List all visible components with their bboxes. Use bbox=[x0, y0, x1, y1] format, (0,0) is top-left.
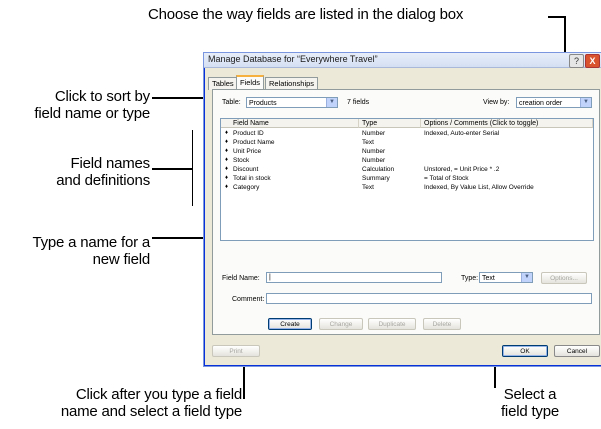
table-row[interactable]: ♦ Product Name Text bbox=[221, 138, 593, 147]
delete-button[interactable]: Delete bbox=[423, 318, 461, 330]
title-bar: Manage Database for “Everywhere Travel” … bbox=[204, 53, 601, 68]
view-by-select[interactable]: creation order ▼ bbox=[516, 97, 592, 108]
leader-create-h bbox=[243, 397, 245, 399]
callout-create-line2: name and select a field type bbox=[60, 403, 242, 420]
dialog-title: Manage Database for “Everywhere Travel” bbox=[208, 54, 378, 64]
callout-new-field-line2: new field bbox=[92, 251, 151, 268]
table-row[interactable]: ♦ Unit Price Number bbox=[221, 147, 593, 156]
drag-handle-icon[interactable]: ♦ bbox=[225, 156, 228, 165]
field-name-label: Field Name: bbox=[222, 275, 260, 282]
row-field-options: Indexed, Auto-enter Serial bbox=[424, 130, 500, 137]
column-header-field-name[interactable]: Field Name bbox=[221, 119, 359, 128]
callout-field-names-line2: and definitions bbox=[56, 172, 150, 189]
chevron-down-icon: ▼ bbox=[580, 98, 591, 107]
row-field-type: Number bbox=[362, 130, 386, 137]
field-type-value: Text bbox=[482, 275, 495, 282]
row-field-options: Indexed, By Value List, Allow Override bbox=[424, 184, 534, 191]
table-row[interactable]: ♦ Stock Number bbox=[221, 156, 593, 165]
callout-sort-line2: field name or type bbox=[34, 105, 150, 122]
view-by-value: creation order bbox=[519, 100, 563, 107]
row-field-type: Number bbox=[362, 148, 386, 155]
callout-field-names-line1: Field names bbox=[70, 155, 150, 172]
drag-handle-icon[interactable]: ♦ bbox=[225, 138, 228, 147]
view-by-label: View by: bbox=[483, 99, 510, 106]
chevron-down-icon: ▼ bbox=[521, 273, 532, 282]
callout-create: Click after you type a field name and se… bbox=[2, 386, 242, 420]
row-field-type: Calculation bbox=[362, 166, 395, 173]
callout-sort: Click to sort by field name or type bbox=[8, 88, 150, 122]
callout-view-by: Choose the way fields are listed in the … bbox=[148, 6, 464, 23]
change-button[interactable]: Change bbox=[319, 318, 363, 330]
table-select-value: Products bbox=[249, 100, 277, 107]
row-field-options: = Total of Stock bbox=[424, 175, 469, 182]
fields-panel: Table: Products ▼ 7 fields View by: crea… bbox=[212, 89, 600, 335]
row-field-name: Total in stock bbox=[233, 175, 271, 182]
callout-new-field: Type a name for a new field bbox=[2, 234, 150, 268]
field-name-value: | bbox=[269, 274, 271, 281]
row-field-type: Text bbox=[362, 139, 374, 146]
leader-names-h bbox=[152, 168, 192, 170]
table-label: Table: bbox=[222, 99, 241, 106]
comment-label: Comment: bbox=[232, 296, 265, 303]
callout-field-type-line1: Select a bbox=[503, 386, 557, 403]
duplicate-button[interactable]: Duplicate bbox=[368, 318, 416, 330]
table-row[interactable]: ♦ Discount Calculation Unstored, = Unit … bbox=[221, 165, 593, 174]
column-header-type[interactable]: Type bbox=[359, 119, 421, 128]
callout-new-field-line1: Type a name for a bbox=[32, 234, 150, 251]
create-button[interactable]: Create bbox=[268, 318, 312, 330]
leader-names-bracket bbox=[192, 130, 193, 206]
drag-handle-icon[interactable]: ♦ bbox=[225, 147, 228, 156]
table-select[interactable]: Products ▼ bbox=[246, 97, 338, 108]
drag-handle-icon[interactable]: ♦ bbox=[225, 129, 228, 138]
ok-button[interactable]: OK bbox=[502, 345, 548, 357]
column-header-options[interactable]: Options / Comments (Click to toggle) bbox=[421, 119, 593, 128]
fields-list[interactable]: Field Name Type Options / Comments (Clic… bbox=[220, 118, 594, 241]
field-count: 7 fields bbox=[347, 99, 370, 106]
table-row[interactable]: ♦ Total in stock Summary = Total of Stoc… bbox=[221, 174, 593, 183]
row-field-name: Unit Price bbox=[233, 148, 262, 155]
cancel-button[interactable]: Cancel bbox=[554, 345, 600, 357]
callout-field-names: Field names and definitions bbox=[20, 155, 150, 189]
row-field-type: Summary bbox=[362, 175, 390, 182]
field-type-select[interactable]: Text ▼ bbox=[479, 272, 533, 283]
callout-field-type: Select a field type bbox=[480, 386, 580, 420]
table-row[interactable]: ♦ Product ID Number Indexed, Auto-enter … bbox=[221, 129, 593, 138]
callout-field-type-line2: field type bbox=[500, 403, 560, 420]
close-button[interactable]: X bbox=[585, 54, 600, 68]
callout-sort-line1: Click to sort by bbox=[54, 88, 150, 105]
row-field-name: Product Name bbox=[233, 139, 275, 146]
type-label: Type: bbox=[461, 275, 479, 282]
options-button[interactable]: Options... bbox=[541, 272, 587, 284]
row-field-options: Unstored, = Unit Price * .2 bbox=[424, 166, 500, 173]
drag-handle-icon[interactable]: ♦ bbox=[225, 183, 228, 192]
row-field-name: Stock bbox=[233, 157, 250, 164]
manage-database-dialog: Manage Database for “Everywhere Travel” … bbox=[203, 52, 601, 367]
drag-handle-icon[interactable]: ♦ bbox=[225, 174, 228, 183]
chevron-down-icon: ▼ bbox=[326, 98, 337, 107]
comment-input[interactable] bbox=[266, 293, 592, 304]
row-field-type: Number bbox=[362, 157, 386, 164]
help-button[interactable]: ? bbox=[569, 54, 584, 68]
row-field-name: Category bbox=[233, 184, 260, 191]
drag-handle-icon[interactable]: ♦ bbox=[225, 165, 228, 174]
callout-create-line1: Click after you type a field bbox=[75, 386, 242, 403]
row-field-name: Discount bbox=[233, 166, 259, 173]
field-name-input[interactable]: | bbox=[266, 272, 442, 283]
row-field-type: Text bbox=[362, 184, 374, 191]
table-row[interactable]: ♦ Category Text Indexed, By Value List, … bbox=[221, 183, 593, 192]
print-button[interactable]: Print bbox=[212, 345, 260, 357]
row-field-name: Product ID bbox=[233, 130, 264, 137]
